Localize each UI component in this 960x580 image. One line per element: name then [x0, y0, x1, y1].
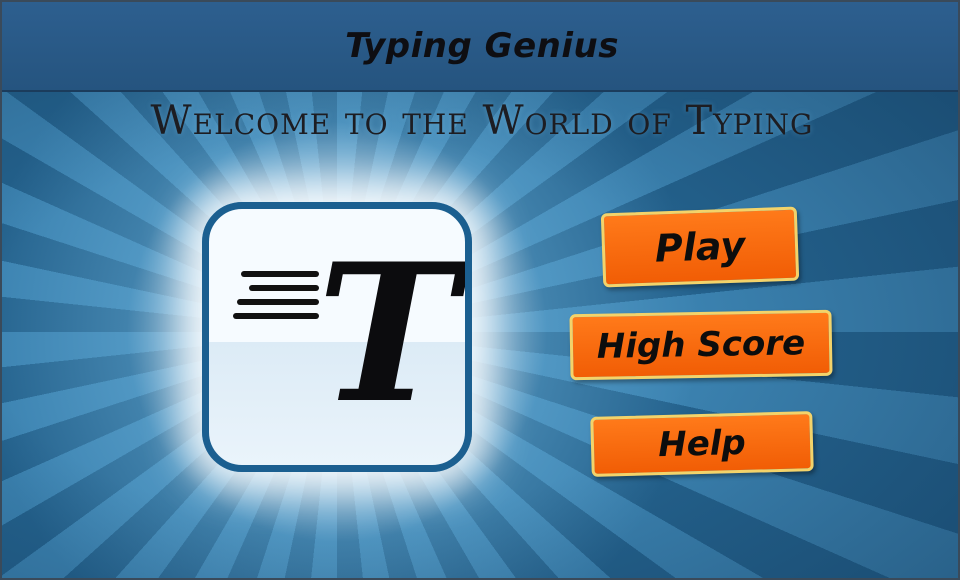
play-button[interactable]: Play — [600, 206, 800, 288]
title-bar: Typing Genius — [2, 2, 958, 92]
high-score-button[interactable]: High Score — [569, 309, 833, 381]
speed-line — [241, 271, 319, 277]
speed-line — [237, 299, 319, 305]
app-title: Typing Genius — [345, 26, 619, 66]
app-window: Typing Genius Welcome to the World of Ty… — [0, 0, 960, 580]
speed-lines-icon — [227, 271, 319, 327]
speed-line — [249, 285, 319, 291]
help-button[interactable]: Help — [590, 411, 814, 477]
speed-line — [233, 313, 319, 319]
app-logo: T — [202, 202, 472, 472]
logo-letter-t: T — [317, 222, 459, 445]
welcome-heading: Welcome to the World of Typing — [150, 98, 814, 144]
